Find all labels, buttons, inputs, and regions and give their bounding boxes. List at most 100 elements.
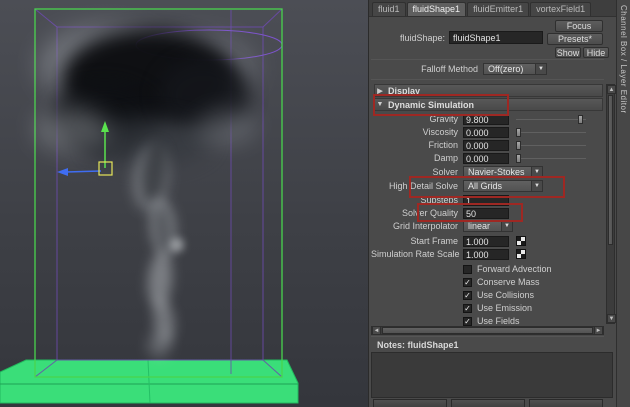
node-name-field[interactable]: fluidShape1 [449, 31, 543, 44]
right-dock-strip: Channel Box / Layer Editor [616, 0, 630, 407]
grid-interpolator-label: Grid Interpolator [392, 221, 458, 231]
falloff-method-value: Off(zero) [488, 64, 524, 74]
start-frame-field[interactable]: 1.000 [463, 235, 509, 247]
falloff-method-dropdown[interactable]: Off(zero) ▼ [483, 63, 547, 75]
solver-quality-row: Solver Quality 50 [371, 207, 604, 219]
scroll-up-icon[interactable]: ▲ [607, 85, 616, 94]
viscosity-field[interactable]: 0.000 [463, 126, 509, 138]
conserve-mass-checkbox[interactable]: ✓ [463, 277, 472, 287]
focus-button[interactable]: Focus [555, 20, 603, 32]
friction-field[interactable]: 0.000 [463, 139, 509, 151]
chevron-down-icon[interactable]: ▼ [531, 181, 542, 191]
use-collisions-label: Use Collisions [477, 290, 535, 300]
viscosity-row: Viscosity 0.000 [371, 126, 604, 138]
collapsed-arrow-icon: ▶ [377, 87, 383, 95]
start-frame-row: Start Frame 1.000 [371, 235, 604, 247]
scroll-down-icon[interactable]: ▼ [607, 314, 616, 323]
section-dynamic-simulation[interactable]: ▼ Dynamic Simulation [374, 98, 603, 111]
forward-advection-row: Forward Advection [371, 263, 604, 275]
solver-quality-label: Solver Quality [401, 208, 458, 218]
section-display[interactable]: ▶ Display [374, 84, 603, 97]
substeps-row: Substeps 1 [371, 194, 604, 206]
slider-handle[interactable] [516, 140, 521, 150]
ae-horizontal-scrollbar[interactable]: ◄ ► [371, 326, 604, 335]
grid-interpolator-row: Grid Interpolator linear ▼ [371, 220, 604, 232]
slider-handle[interactable] [578, 114, 583, 124]
move-manipulator[interactable] [0, 0, 368, 407]
hscroll-thumb[interactable] [382, 327, 593, 334]
slider-groove [516, 157, 586, 159]
damp-label: Damp [433, 153, 458, 163]
viscosity-label: Viscosity [422, 127, 458, 137]
conserve-mass-label: Conserve Mass [477, 277, 540, 287]
slider-handle[interactable] [516, 127, 521, 137]
scroll-right-icon[interactable]: ► [594, 326, 603, 335]
vscroll-thumb[interactable] [608, 95, 613, 245]
friction-label: Friction [428, 140, 458, 150]
damp-row: Damp 0.000 [371, 152, 604, 164]
use-fields-checkbox[interactable]: ✓ [463, 316, 472, 326]
scroll-left-icon[interactable]: ◄ [372, 326, 381, 335]
texture-map-button[interactable] [516, 249, 526, 259]
viewport-3d[interactable] [0, 0, 368, 407]
sim-rate-scale-field[interactable]: 1.000 [463, 248, 509, 260]
bottom-button[interactable] [529, 399, 603, 407]
sim-rate-scale-row: Simulation Rate Scale 1.000 [371, 248, 604, 260]
solver-label: Solver [432, 167, 458, 177]
notes-textarea[interactable] [371, 352, 613, 398]
high-detail-solve-dropdown[interactable]: All Grids ▼ [463, 180, 543, 192]
grid-interpolator-dropdown[interactable]: linear ▼ [463, 220, 513, 232]
solver-quality-field[interactable]: 50 [463, 207, 509, 219]
chevron-down-icon[interactable]: ▼ [531, 167, 542, 177]
y-axis-arrowhead-icon[interactable] [101, 121, 109, 132]
show-button[interactable]: Show [555, 47, 581, 58]
gravity-field[interactable]: 9.800 [463, 113, 509, 125]
bottom-button[interactable] [373, 399, 447, 407]
use-emission-label: Use Emission [477, 303, 533, 313]
gravity-label: Gravity [429, 114, 458, 124]
viscosity-slider[interactable] [516, 127, 586, 137]
hide-button[interactable]: Hide [583, 47, 609, 58]
tab-vortexfield1[interactable]: vortexField1 [530, 2, 592, 16]
sim-rate-scale-label: Simulation Rate Scale [371, 249, 460, 259]
tab-fluidemitter1[interactable]: fluidEmitter1 [467, 2, 530, 16]
substeps-label: Substeps [420, 195, 458, 205]
tab-fluidshape1[interactable]: fluidShape1 [406, 2, 467, 16]
high-detail-solve-row: High Detail Solve All Grids ▼ [371, 180, 604, 192]
bottom-button[interactable] [451, 399, 525, 407]
notes-label: Notes: fluidShape1 [377, 340, 459, 350]
texture-map-button[interactable] [516, 236, 526, 246]
substeps-field[interactable]: 1 [463, 194, 509, 206]
gravity-slider[interactable] [516, 114, 586, 124]
x-axis-arrowhead-icon[interactable] [57, 168, 68, 176]
solver-row: Solver Navier-Stokes ▼ [371, 166, 604, 178]
slider-handle[interactable] [516, 153, 521, 163]
falloff-method-row: Falloff Method Off(zero) ▼ [371, 63, 604, 75]
node-type-label: fluidShape: [399, 33, 445, 43]
ae-tab-bar: fluid1 fluidShape1 fluidEmitter1 vortexF… [369, 0, 616, 17]
channel-box-vertical-tab[interactable]: Channel Box / Layer Editor [619, 5, 628, 114]
damp-field[interactable]: 0.000 [463, 152, 509, 164]
notes-header: Notes: fluidShape1 [371, 339, 604, 351]
ae-vertical-scrollbar[interactable]: ▲ ▼ [606, 84, 616, 324]
use-emission-row: ✓ Use Emission [371, 302, 604, 314]
chevron-down-icon[interactable]: ▼ [535, 64, 546, 74]
conserve-mass-row: ✓ Conserve Mass [371, 276, 604, 288]
presets-button[interactable]: Presets* [547, 33, 603, 45]
solver-dropdown[interactable]: Navier-Stokes ▼ [463, 166, 543, 178]
divider [371, 79, 604, 80]
use-collisions-checkbox[interactable]: ✓ [463, 290, 472, 300]
damp-slider[interactable] [516, 153, 586, 163]
section-dynamic-label: Dynamic Simulation [388, 99, 475, 110]
chevron-down-icon[interactable]: ▼ [501, 221, 512, 231]
section-display-label: Display [388, 85, 421, 96]
gravity-row: Gravity 9.800 [371, 113, 604, 125]
attribute-editor: fluid1 fluidShape1 fluidEmitter1 vortexF… [368, 0, 616, 407]
tab-fluid1[interactable]: fluid1 [372, 2, 406, 16]
grid-interpolator-value: linear [468, 221, 491, 231]
x-axis-handle[interactable] [65, 170, 102, 173]
slider-groove [516, 144, 586, 146]
friction-slider[interactable] [516, 140, 586, 150]
forward-advection-checkbox[interactable] [463, 264, 472, 274]
use-emission-checkbox[interactable]: ✓ [463, 303, 472, 313]
